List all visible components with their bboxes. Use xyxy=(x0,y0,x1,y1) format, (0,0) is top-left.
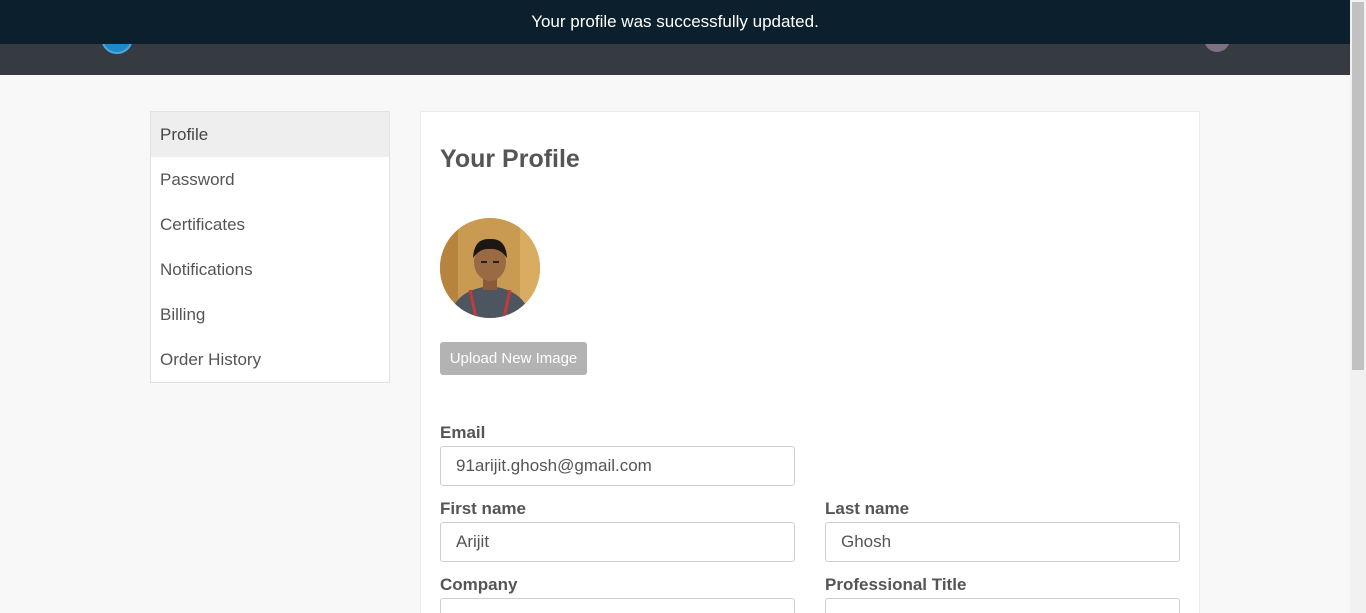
professional-title-field[interactable] xyxy=(825,598,1180,613)
sidebar-item-profile[interactable]: Profile xyxy=(151,112,389,157)
email-field[interactable] xyxy=(440,446,795,486)
professional-title-label: Professional Title xyxy=(825,575,967,594)
first-name-field[interactable] xyxy=(440,522,795,562)
toast-message: Your profile was successfully updated. xyxy=(531,12,819,31)
sidebar-item-label: Billing xyxy=(160,304,206,324)
last-name-label: Last name xyxy=(825,499,910,518)
first-name-label: First name xyxy=(440,499,526,518)
settings-sidebar: Profile Password Certificates Notificati… xyxy=(150,111,390,383)
sidebar-item-label: Certificates xyxy=(160,214,246,234)
sidebar-item-label: Notifications xyxy=(160,259,253,279)
sidebar-item-billing[interactable]: Billing xyxy=(151,292,389,337)
profile-card: Your Profile Upload New Image Email Firs… xyxy=(420,111,1200,613)
company-field[interactable] xyxy=(440,598,795,613)
sidebar-item-order-history[interactable]: Order History xyxy=(151,337,389,382)
profile-photo xyxy=(440,218,540,318)
sidebar-item-certificates[interactable]: Certificates xyxy=(151,202,389,247)
scrollbar-thumb[interactable] xyxy=(1352,2,1364,370)
sidebar-item-notifications[interactable]: Notifications xyxy=(151,247,389,292)
profile-avatar xyxy=(440,218,540,318)
page-title: Your Profile xyxy=(440,145,580,173)
sidebar-item-password[interactable]: Password xyxy=(151,157,389,202)
sidebar-item-label: Order History xyxy=(160,349,262,369)
upload-image-button[interactable]: Upload New Image xyxy=(440,342,587,375)
last-name-field[interactable] xyxy=(825,522,1180,562)
sidebar-item-label: Profile xyxy=(160,124,209,144)
success-toast: Your profile was successfully updated. xyxy=(0,0,1350,44)
sidebar-item-label: Password xyxy=(160,169,235,189)
email-label: Email xyxy=(440,423,486,442)
company-label: Company xyxy=(440,575,518,594)
page-scrollbar[interactable] xyxy=(1350,0,1366,613)
